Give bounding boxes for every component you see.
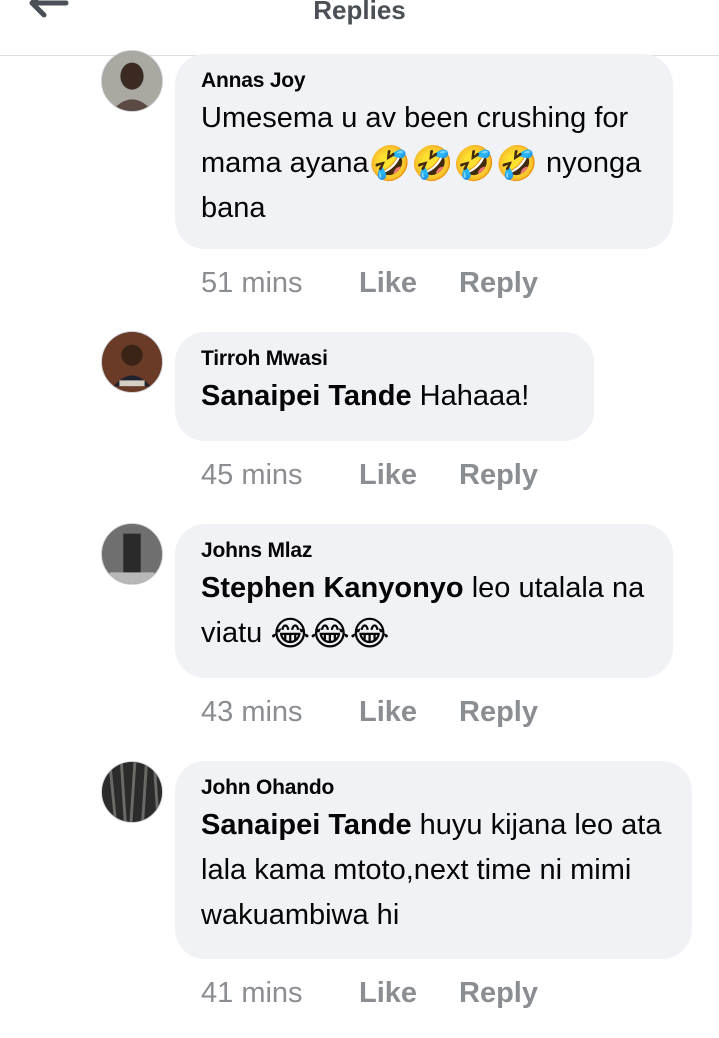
reply-button[interactable]: Reply (459, 267, 538, 300)
mention-link[interactable]: Stephen Kanyonyo (201, 572, 464, 604)
comment-timestamp: 43 mins (201, 696, 303, 728)
comment-text: Sanaipei Tande huyu kijana leo ata lala … (201, 803, 666, 938)
comment-body: Hahaaa! (411, 380, 530, 412)
tears-of-joy-emoji-icon: 😂😂😂 (270, 615, 390, 653)
comment-bubble: Tirroh Mwasi Sanaipei Tande Hahaaa! (175, 332, 594, 441)
avatar[interactable] (101, 761, 163, 823)
avatar[interactable] (101, 50, 163, 112)
comment-timestamp: 45 mins (201, 459, 303, 491)
comment-author[interactable]: Annas Joy (201, 68, 647, 94)
mention-link[interactable]: Sanaipei Tande (201, 809, 412, 841)
comment-bubble: Annas Joy Umesema u av been crushing for… (175, 54, 673, 249)
reply-button[interactable]: Reply (459, 696, 538, 729)
reply-button[interactable]: Reply (459, 459, 538, 492)
mention-link[interactable]: Sanaipei Tande (201, 380, 412, 412)
comment-bubble: John Ohando Sanaipei Tande huyu kijana l… (175, 761, 692, 959)
comment-author[interactable]: Johns Mlaz (201, 538, 647, 564)
page-title: Replies (313, 0, 406, 25)
comment-author[interactable]: Tirroh Mwasi (201, 346, 568, 372)
like-button[interactable]: Like (359, 459, 459, 492)
avatar[interactable] (101, 523, 163, 585)
comment-actions: 43 mins Like Reply (201, 696, 538, 729)
header-bar: Replies (0, 0, 719, 56)
comment-actions: 45 mins Like Reply (201, 459, 538, 492)
comment-timestamp: 41 mins (201, 977, 303, 1009)
avatar[interactable] (101, 331, 163, 393)
reply-button[interactable]: Reply (459, 977, 538, 1010)
comment-text: Stephen Kanyonyo leo utalala na viatu 😂😂… (201, 566, 647, 656)
like-button[interactable]: Like (359, 267, 459, 300)
comment-timestamp: 51 mins (201, 267, 303, 299)
comment-text: Sanaipei Tande Hahaaa! (201, 374, 568, 419)
comment-text: Umesema u av been crushing for mama ayan… (201, 96, 647, 231)
comment-author[interactable]: John Ohando (201, 775, 666, 801)
like-button[interactable]: Like (359, 696, 459, 729)
comment-actions: 51 mins Like Reply (201, 267, 538, 300)
like-button[interactable]: Like (359, 977, 459, 1010)
comment-bubble: Johns Mlaz Stephen Kanyonyo leo utalala … (175, 524, 673, 678)
comment-actions: 41 mins Like Reply (201, 977, 538, 1010)
rofl-emoji-icon: 🤣🤣🤣🤣 (368, 145, 538, 183)
